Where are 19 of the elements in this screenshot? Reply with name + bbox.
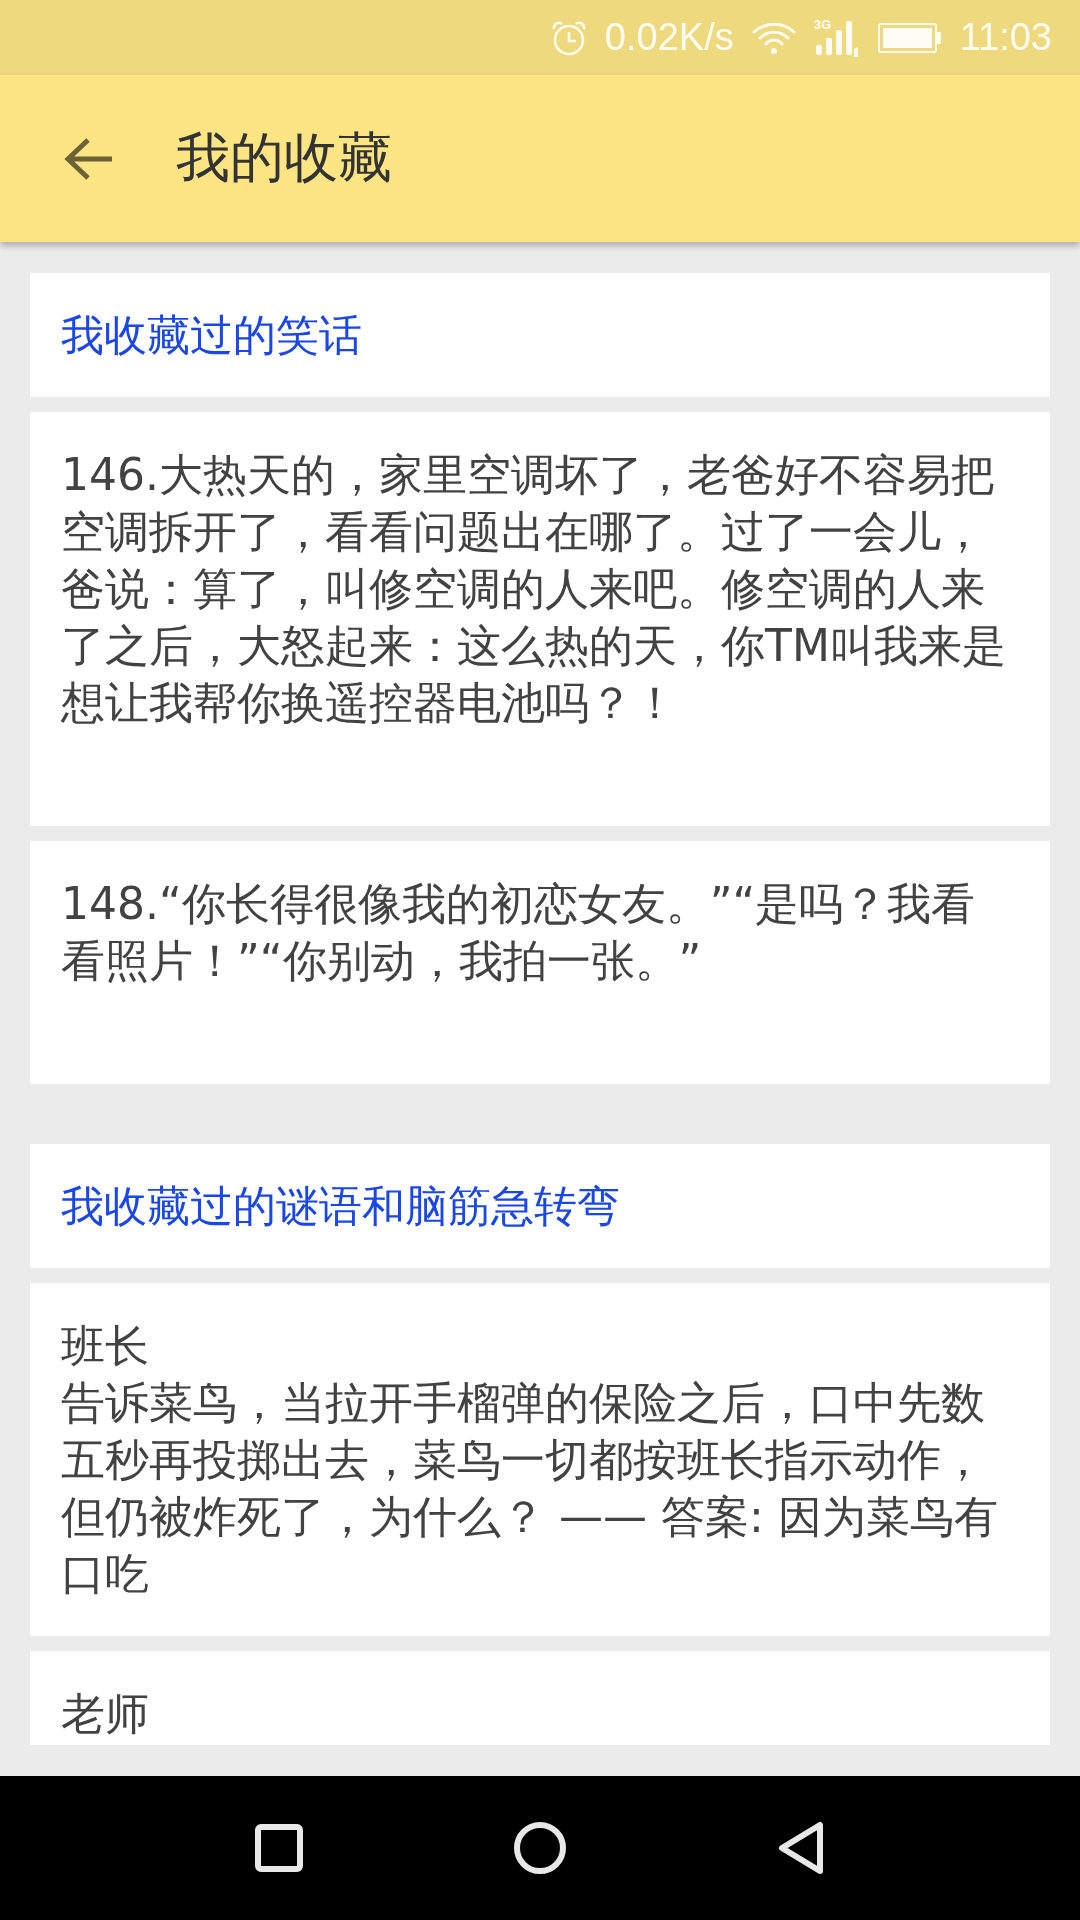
joke-card[interactable]: 148.“你长得很像我的初恋女友。”“是吗？我看看照片！”“你别动，我拍一张。”: [30, 841, 1050, 1084]
joke-card[interactable]: 146.大热天的，家里空调坏了，老爸好不容易把空调拆开了，看看问题出在哪了。过了一会儿，爸说：算了，叫修空调的人来吧。修空调的人来了之后，大怒起来：这么热的天，你TM叫我来是想让我帮你换遥控器电池吗？！: [30, 412, 1050, 826]
riddle-card[interactable]: 老师: [30, 1651, 1050, 1745]
signal-icon: [813, 18, 860, 57]
section-header: 我收藏过的笑话: [30, 273, 1050, 397]
riddle-asker: 班长: [61, 1319, 150, 1373]
riddle-card[interactable]: 班长 告诉菜鸟，当拉开手榴弹的保险之后，口中先数五秒再投掷出去，菜鸟一切都按班长指示动作，但仍被炸死了，为什么？ —— 答案: 因为菜鸟有口吃: [30, 1283, 1050, 1636]
joke-text: 146.大热天的，家里空调坏了，老爸好不容易把空调拆开了，看看问题出在哪了。过了一会儿，爸说：算了，叫修空调的人来吧。修空调的人来了之后，大怒起来：这么热的天，你TM叫我来是想让我帮你换遥控器电池吗？！: [61, 448, 1007, 730]
section-header: 我收藏过的谜语和脑筋急转弯: [30, 1144, 1050, 1268]
network-speed: 0.02K/s: [604, 16, 734, 59]
riddle-text: 告诉菜鸟，当拉开手榴弹的保险之后，口中先数五秒再投掷出去，菜鸟一切都按班长指示动作，但仍被炸死了，为什么？ —— 答案: 因为菜鸟有口吃: [61, 1376, 999, 1601]
joke-text: 148.“你长得很像我的初恋女友。”“是吗？我看看照片！”“你别动，我拍一张。”: [61, 877, 977, 988]
network-type: 3G: [813, 16, 832, 32]
clock: 11:03: [959, 16, 1052, 59]
back-arrow-icon: [64, 136, 114, 181]
page-title: 我的收藏: [176, 125, 392, 191]
riddle-asker: 老师: [61, 1687, 150, 1741]
alarm-icon: [550, 19, 587, 56]
battery-icon: [877, 21, 942, 54]
